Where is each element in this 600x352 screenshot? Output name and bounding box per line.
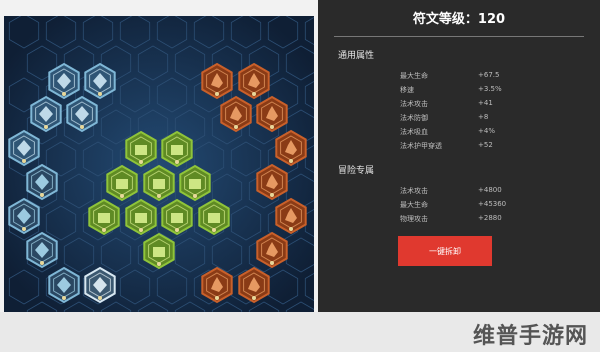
general-stat-name: 法术攻击 [400, 100, 428, 108]
orange-rune[interactable] [238, 62, 270, 100]
general-stat-value: +3.5% [478, 85, 502, 93]
rune-screen: 符文等级：120 通用属性 最大生命 +67.5 移速 +3.5% 法术攻击 +… [0, 0, 600, 352]
blue-rune[interactable] [48, 62, 80, 100]
general-stat-value: +8 [478, 113, 489, 121]
green-rune[interactable] [125, 198, 157, 236]
orange-rune[interactable] [201, 266, 233, 304]
general-stat-name: 法术防御 [400, 114, 428, 122]
blue-rune[interactable] [66, 95, 98, 133]
blue-rune[interactable] [26, 231, 58, 269]
green-rune[interactable] [125, 130, 157, 168]
site-watermark: 维普手游网 [472, 324, 588, 349]
general-stat-name: 最大生命 [400, 72, 428, 80]
orange-rune[interactable] [220, 95, 252, 133]
green-rune[interactable] [88, 198, 120, 236]
green-rune[interactable] [161, 130, 193, 168]
adventure-stat-value: +45360 [478, 200, 507, 208]
adventure-stat-name: 最大生命 [400, 201, 428, 209]
adventure-stat-value: +2880 [478, 214, 502, 222]
general-attributes-heading: 通用属性 [338, 51, 375, 61]
orange-rune[interactable] [275, 197, 307, 235]
title-divider [334, 36, 584, 37]
general-stat-name: 法术护甲穿透 [400, 142, 442, 150]
blue-rune[interactable] [84, 266, 116, 304]
blue-rune[interactable] [26, 163, 58, 201]
general-stat-value: +52 [478, 141, 493, 149]
adventure-stat-name: 物理攻击 [400, 215, 428, 223]
general-stat-value: +41 [478, 99, 493, 107]
blue-rune[interactable] [48, 266, 80, 304]
blue-rune[interactable] [30, 95, 62, 133]
green-rune[interactable] [179, 164, 211, 202]
adventure-stat-name: 法术攻击 [400, 187, 428, 195]
orange-rune[interactable] [256, 95, 288, 133]
adventure-attributes-heading: 冒险专属 [338, 166, 375, 176]
orange-rune[interactable] [275, 129, 307, 167]
blue-rune[interactable] [84, 62, 116, 100]
green-rune[interactable] [106, 164, 138, 202]
blue-rune[interactable] [8, 129, 40, 167]
dismantle-all-button[interactable]: 一键拆卸 [398, 236, 492, 266]
green-rune[interactable] [198, 198, 230, 236]
green-rune[interactable] [161, 198, 193, 236]
rune-hex-grid [4, 16, 314, 316]
orange-rune[interactable] [238, 266, 270, 304]
general-stat-value: +67.5 [478, 71, 500, 79]
general-stat-value: +4% [478, 127, 495, 135]
orange-rune[interactable] [256, 231, 288, 269]
orange-rune[interactable] [256, 163, 288, 201]
adventure-stat-value: +4800 [478, 186, 502, 194]
rune-level-title: 符文等级：120 [412, 12, 506, 27]
green-rune[interactable] [143, 232, 175, 270]
general-stat-name: 法术吸血 [400, 128, 428, 136]
green-rune[interactable] [143, 164, 175, 202]
blue-rune[interactable] [8, 197, 40, 235]
orange-rune[interactable] [201, 62, 233, 100]
general-stat-name: 移速 [400, 86, 414, 94]
